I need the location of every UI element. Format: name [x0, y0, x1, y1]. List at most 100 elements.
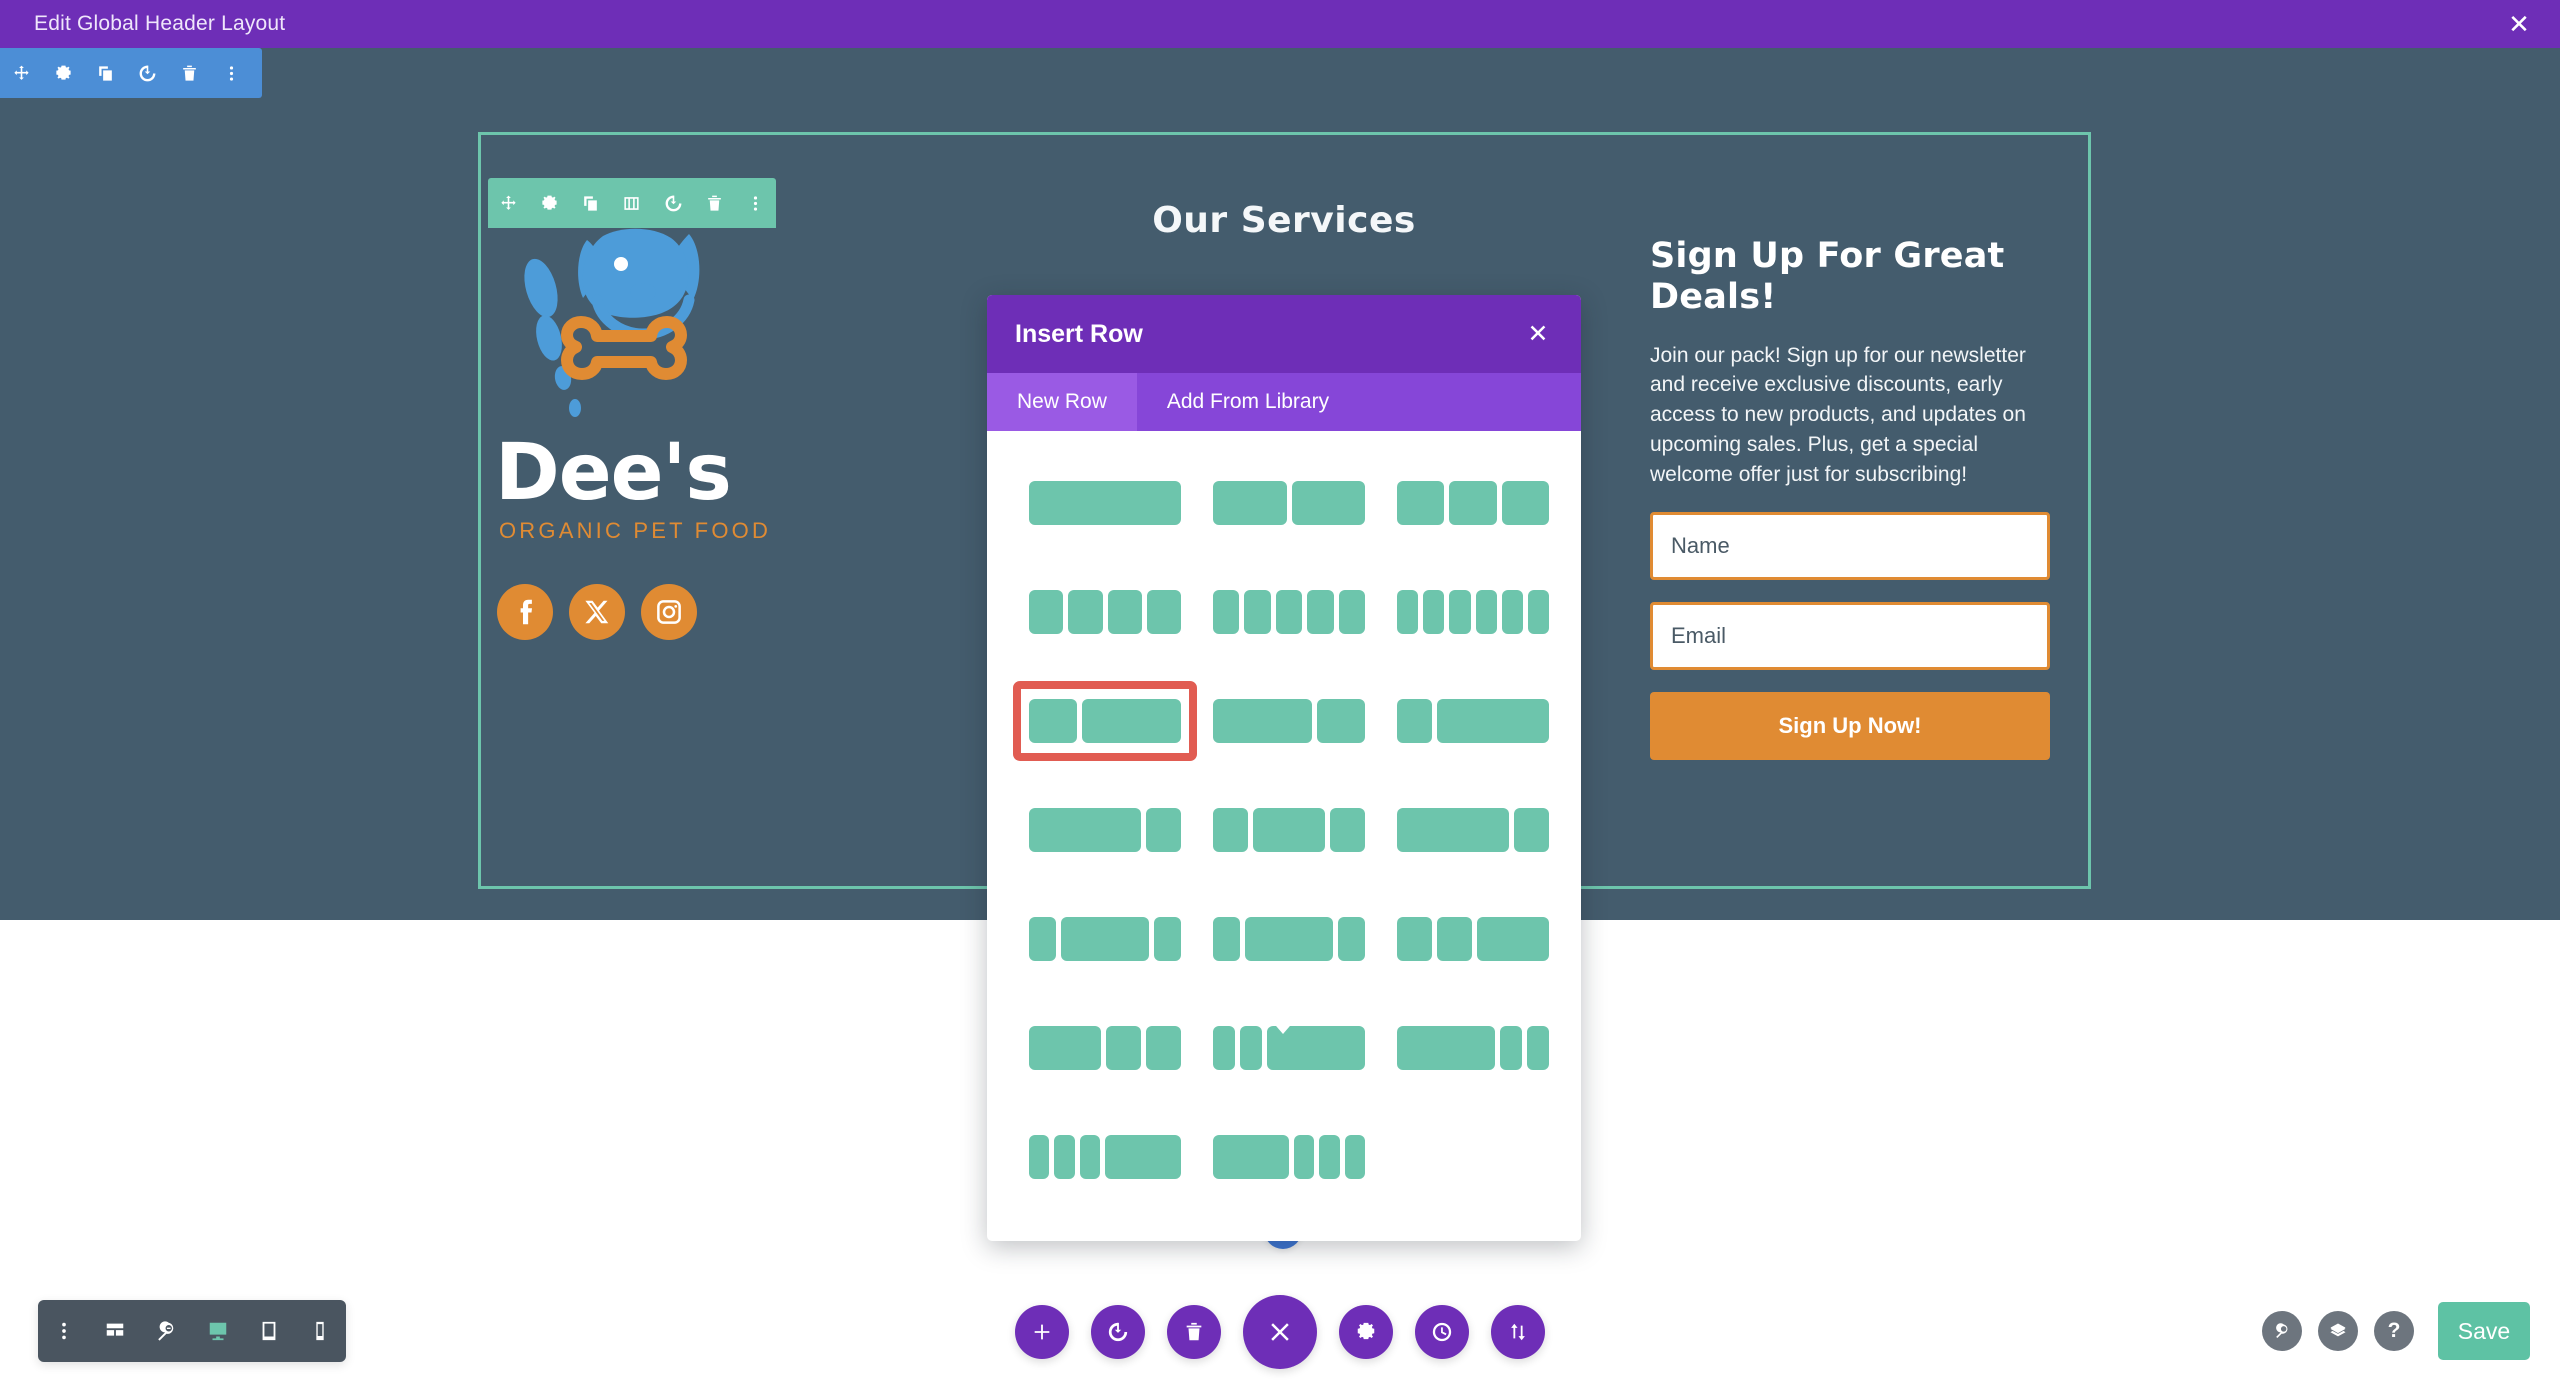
trash-icon[interactable]	[1167, 1305, 1221, 1359]
ellipsis-vertical-icon[interactable]	[210, 48, 252, 98]
row-layout-preview	[1029, 1026, 1182, 1070]
module-settings-toolbar[interactable]	[0, 48, 262, 98]
row-layout-option-3_5__2_5[interactable]	[1381, 790, 1565, 870]
move-icon[interactable]	[488, 178, 529, 228]
row-layout-column	[1291, 481, 1365, 525]
row-layout-column	[1213, 699, 1312, 743]
row-layout-preview	[1213, 917, 1365, 961]
row-layout-column	[1476, 917, 1550, 961]
row-layout-preview	[1029, 590, 1181, 634]
row-layout-option-1_2__1_2[interactable]	[1197, 463, 1381, 543]
row-layout-option-1_6_x6[interactable]	[1381, 572, 1565, 652]
row-layout-column	[1437, 699, 1549, 743]
gear-icon[interactable]	[42, 48, 84, 98]
page-title: Edit Global Header Layout	[34, 12, 286, 35]
duplicate-icon[interactable]	[84, 48, 126, 98]
power-icon[interactable]	[126, 48, 168, 98]
row-layout-option-1_2__1_6_x3[interactable]	[1197, 1117, 1381, 1197]
wireframe-icon[interactable]	[93, 1309, 137, 1353]
modal-tab-add-from-library[interactable]: Add From Library	[1137, 373, 1359, 431]
gear-icon[interactable]	[1339, 1305, 1393, 1359]
layers-icon[interactable]	[2318, 1311, 2358, 1351]
columns-icon[interactable]	[611, 178, 652, 228]
row-layout-option-1_3__1_3__1_3[interactable]	[1381, 463, 1565, 543]
row-layout-column	[1079, 1135, 1101, 1179]
row-layout-option-1_4_x4[interactable]	[1013, 572, 1197, 652]
row-layout-column	[1293, 1135, 1315, 1179]
row-layout-column	[1154, 917, 1181, 961]
row-layout-preview	[1029, 699, 1181, 743]
row-settings-toolbar[interactable]	[488, 178, 776, 228]
row-layout-column	[1397, 481, 1445, 525]
row-layout-option-1_4__3_4[interactable]	[1381, 681, 1565, 761]
ellipsis-vertical-icon[interactable]	[735, 178, 776, 228]
row-layout-preview	[1397, 1026, 1549, 1070]
row-layout-column	[1146, 590, 1181, 634]
row-layout-column	[1244, 590, 1271, 634]
sort-arrows-icon[interactable]	[1491, 1305, 1545, 1359]
close-icon[interactable]: ✕	[2502, 7, 2536, 41]
row-layout-column	[1527, 590, 1550, 634]
row-layout-column	[1475, 590, 1497, 634]
row-layout-option-1_4__1_2__1_4[interactable]	[1197, 790, 1381, 870]
row-layout-column	[1330, 808, 1366, 852]
row-layout-preview	[1029, 481, 1181, 525]
row-layout-column	[1252, 808, 1326, 852]
row-layout-column	[1501, 590, 1523, 634]
row-layout-column	[1501, 481, 1549, 525]
row-layout-option-1_5_x5[interactable]	[1197, 572, 1381, 652]
row-layout-option-1_5__3_5__1_5[interactable]	[1013, 899, 1197, 979]
row-layout-column	[1449, 590, 1471, 634]
close-icon[interactable]	[1243, 1295, 1317, 1369]
modal-body	[987, 431, 1581, 1241]
row-layout-column	[1213, 481, 1287, 525]
row-layout-option-2_3__1_6__1_6[interactable]	[1381, 1008, 1565, 1088]
power-icon[interactable]	[1091, 1305, 1145, 1359]
row-layout-option-1_4__1_4__1_2[interactable]	[1381, 899, 1565, 979]
viewport-toolbar	[38, 1300, 346, 1362]
builder-main-toolbar	[940, 1292, 1620, 1372]
row-layout-option-2_3__1_3[interactable]	[1197, 681, 1381, 761]
power-icon[interactable]	[653, 178, 694, 228]
plus-icon[interactable]	[1015, 1305, 1069, 1359]
duplicate-icon[interactable]	[570, 178, 611, 228]
help-question-mark: ?	[2387, 1319, 2401, 1342]
ellipsis-vertical-icon[interactable]	[42, 1309, 86, 1353]
search-icon[interactable]	[2262, 1311, 2302, 1351]
row-layout-option-4_4_4[interactable]	[1013, 463, 1197, 543]
row-layout-preview	[1029, 1135, 1181, 1179]
row-layout-column	[1213, 917, 1240, 961]
gear-icon[interactable]	[529, 178, 570, 228]
zoom-out-icon[interactable]	[144, 1309, 188, 1353]
row-layout-column	[1338, 917, 1365, 961]
row-layout-column	[1060, 917, 1150, 961]
insert-row-modal: Insert Row ✕ New Row Add From Library	[987, 295, 1581, 1241]
row-layout-column	[1244, 917, 1334, 961]
modal-title: Insert Row	[1015, 319, 1143, 348]
row-layout-option-1_6_x3__1_2[interactable]	[1013, 1117, 1197, 1197]
row-layout-option-1_5__3_5__1_5b[interactable]	[1197, 899, 1381, 979]
help-icon[interactable]: ?	[2374, 1311, 2414, 1351]
row-layout-column	[1397, 699, 1433, 743]
trash-icon[interactable]	[694, 178, 735, 228]
builder-utility-toolbar: ? Save	[2262, 1298, 2530, 1364]
row-layout-option-3_4__1_4[interactable]	[1013, 790, 1197, 870]
row-layout-column	[1526, 1026, 1549, 1070]
modal-tab-new-row[interactable]: New Row	[987, 373, 1137, 431]
row-layout-column	[1213, 1135, 1289, 1179]
row-layout-option-1_2__1_4__1_4[interactable]	[1013, 1008, 1197, 1088]
row-layout-column	[1499, 1026, 1522, 1070]
desktop-icon[interactable]	[196, 1309, 240, 1353]
phone-icon[interactable]	[298, 1309, 342, 1353]
row-layout-column	[1029, 917, 1056, 961]
save-button[interactable]: Save	[2438, 1302, 2530, 1360]
close-icon[interactable]: ✕	[1523, 319, 1553, 349]
row-layout-column	[1029, 481, 1181, 525]
history-icon[interactable]	[1415, 1305, 1469, 1359]
tablet-icon[interactable]	[247, 1309, 291, 1353]
row-layout-column	[1423, 590, 1445, 634]
move-icon[interactable]	[0, 48, 42, 98]
row-layout-option-1_3__2_3[interactable]	[1013, 681, 1197, 761]
row-layout-column	[1029, 590, 1064, 634]
trash-icon[interactable]	[168, 48, 210, 98]
